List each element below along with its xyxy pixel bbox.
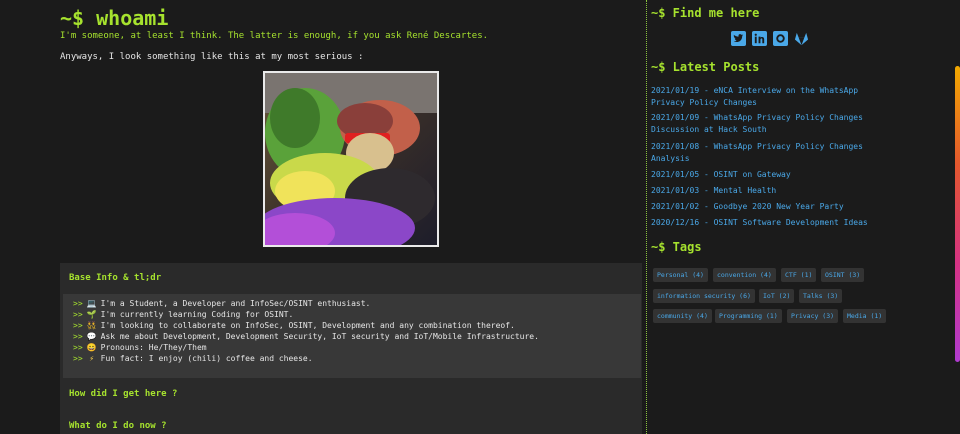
- sidebar: ~$ Find me here ~$ Latest Posts 2021/01/…: [651, 0, 946, 434]
- smile-icon: 😄: [86, 343, 97, 352]
- post-link[interactable]: 2021/01/05 - OSINT on Gateway: [651, 169, 891, 181]
- speech-bubble-icon: 💬: [86, 332, 97, 341]
- gitlab-icon[interactable]: [794, 31, 809, 46]
- list-item: >> 🌱 I'm currently learning Coding for OSI…: [73, 310, 294, 319]
- post-link[interactable]: 2020/12/16 - OSINT Software Development …: [651, 217, 891, 229]
- column-divider: [646, 0, 647, 434]
- tag-community[interactable]: community (4): [653, 309, 712, 323]
- list-item: >> 💻 I'm a Student, a Developer and InfoSe…: [73, 299, 371, 308]
- list-item: >> 💬 Ask me about Development, Development…: [73, 332, 539, 341]
- list-item: >> 😄 Pronouns: He/They/Them: [73, 343, 207, 352]
- tag-media[interactable]: Media (1): [843, 309, 887, 323]
- base-info-heading: Base Info & tl;dr: [69, 273, 162, 283]
- list-item: >> 👯 I'm looking to collaborate on InfoSec…: [73, 321, 515, 330]
- scrollbar[interactable]: [955, 66, 960, 362]
- seedling-icon: 🌱: [86, 310, 97, 319]
- main-content: ~$ whoami I'm someone, at least I think.…: [60, 0, 642, 434]
- tag-information-security[interactable]: information security (6): [653, 289, 755, 303]
- tag-iot[interactable]: IoT (2): [759, 289, 795, 303]
- base-info-list: >> 💻 I'm a Student, a Developer and InfoSe…: [63, 294, 641, 378]
- tag-osint[interactable]: OSINT (3): [821, 268, 865, 282]
- page-title: ~$ whoami: [60, 6, 169, 30]
- tag-ctf[interactable]: CTF (1): [781, 268, 817, 282]
- post-link[interactable]: 2021/01/03 - Mental Health: [651, 185, 891, 197]
- tag-personal[interactable]: Personal (4): [653, 268, 708, 282]
- profile-photo: [263, 71, 439, 247]
- tagline: I'm someone, at least I think. The latte…: [60, 31, 489, 41]
- linkedin-icon[interactable]: [752, 31, 767, 46]
- dancers-icon: 👯: [86, 321, 97, 330]
- post-link[interactable]: 2021/01/19 - eNCA Interview on the Whats…: [651, 85, 891, 109]
- social-links: [731, 31, 809, 46]
- post-link[interactable]: 2021/01/08 - WhatsApp Privacy Policy Cha…: [651, 141, 891, 165]
- post-link[interactable]: 2021/01/02 - Goodbye 2020 New Year Party: [651, 201, 891, 213]
- tag-convention[interactable]: convention (4): [713, 268, 776, 282]
- base-info-panel: Base Info & tl;dr >> 💻 I'm a Student, a De…: [60, 263, 642, 434]
- github-icon[interactable]: [773, 31, 788, 46]
- latest-posts-heading: ~$ Latest Posts: [651, 60, 760, 74]
- lightning-icon: ⚡: [89, 354, 95, 363]
- what-do-i-do-now-link[interactable]: What do I do now ?: [69, 421, 167, 431]
- laptop-icon: 💻: [86, 299, 97, 308]
- tags-heading: ~$ Tags: [651, 240, 702, 254]
- list-item: >> ⚡ Fun fact: I enjoy (chili) coffee and …: [73, 354, 313, 363]
- tag-programming[interactable]: Programming (1): [715, 309, 782, 323]
- tag-privacy[interactable]: Privacy (3): [787, 309, 839, 323]
- tag-talks[interactable]: Talks (3): [799, 289, 843, 303]
- how-did-i-get-here-link[interactable]: How did I get here ?: [69, 389, 177, 399]
- post-link[interactable]: 2021/01/09 - WhatsApp Privacy Policy Cha…: [651, 112, 891, 136]
- find-me-heading: ~$ Find me here: [651, 6, 760, 20]
- twitter-icon[interactable]: [731, 31, 746, 46]
- intro-text: Anyways, I look something like this at m…: [60, 52, 364, 62]
